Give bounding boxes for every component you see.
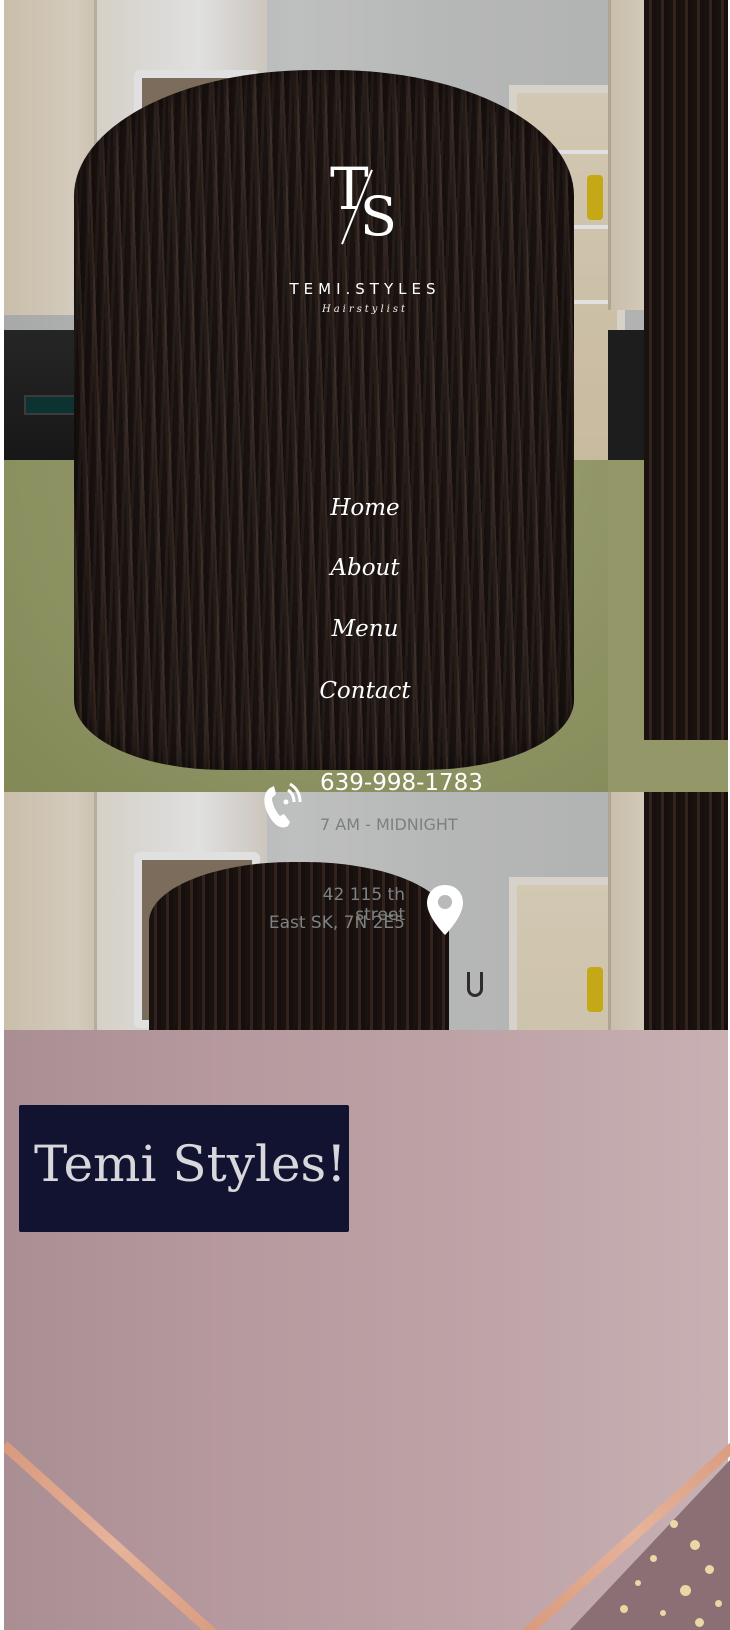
phone-number[interactable]: 639-998-1783 [320,770,483,796]
title-card: Temi Styles! [19,1105,349,1232]
map-pin-icon[interactable] [425,883,465,937]
nav-item-about[interactable]: About [265,555,465,581]
address-line-2: East SK, 7N 2E5 [268,913,405,933]
decorative-stripe-left [0,1441,231,1630]
section-title: Temi Styles! [34,1135,347,1193]
left-edge [0,0,4,1630]
page: T S TEMI.STYLES Hairstylist Home About M… [0,0,730,1630]
brand-tagline: Hairstylist [321,304,408,315]
nav-item-home[interactable]: Home [265,495,465,521]
nav-item-menu[interactable]: Menu [265,616,465,642]
sparkle-decoration [540,1460,730,1630]
nav-item-contact[interactable]: Contact [265,678,465,704]
hero-photo [4,0,728,792]
logo[interactable]: T S [322,155,412,253]
phone-icon[interactable] [260,780,304,830]
business-hours: 7 AM - MIDNIGHT [320,815,458,834]
brand-name: TEMI.STYLES [289,280,441,298]
